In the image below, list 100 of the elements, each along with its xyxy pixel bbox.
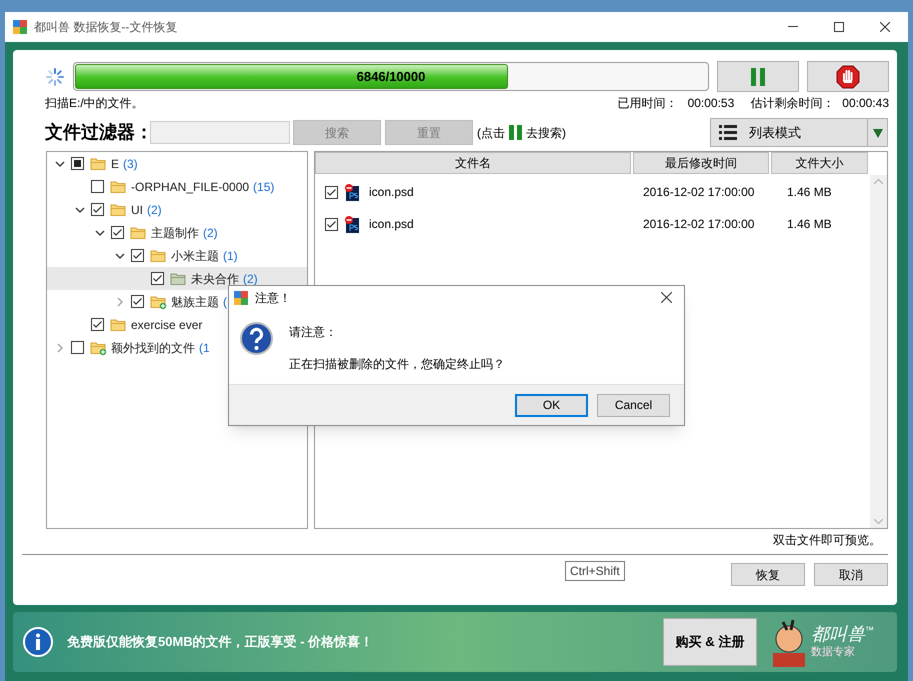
elapsed-time: 00:00:53: [688, 95, 734, 112]
checkbox[interactable]: [151, 272, 164, 285]
puzzle-icon: [12, 19, 28, 35]
checkbox[interactable]: [71, 341, 84, 354]
checkbox[interactable]: [91, 318, 104, 331]
checkbox[interactable]: [325, 186, 338, 198]
file-count: (15): [253, 178, 274, 196]
remaining-time: 00:00:43: [842, 95, 889, 112]
logo-title: 都叫兽: [811, 624, 865, 644]
folder-name: 主题制作: [151, 224, 199, 242]
progress-text: 6846/10000: [356, 68, 426, 86]
modified-time: 2016-12-02 17:00:00: [642, 216, 756, 233]
pause-icon: [751, 68, 765, 86]
promo-text: 免费版仅能恢复50MB的文件，正版享受 - 价格惊喜！: [67, 633, 374, 652]
trademark: ™: [865, 624, 874, 635]
file-name: icon.psd: [369, 216, 415, 233]
folder-icon: [150, 248, 167, 264]
file-count: (2): [243, 270, 258, 288]
tree-item[interactable]: 未央合作 (2): [47, 267, 307, 290]
folder-icon: [110, 316, 127, 332]
logo-subtitle: 数据专家: [811, 644, 856, 660]
dialog-message: 正在扫描被删除的文件，您确定终止吗？: [289, 356, 505, 373]
hint-text: 去搜索): [526, 124, 566, 142]
file-count: (2): [147, 202, 162, 218]
minimize-icon: [788, 26, 798, 28]
remaining-label: 估计剩余时间：: [750, 95, 834, 112]
psd-file-icon: [344, 183, 360, 201]
tooltip: Ctrl+Shift: [565, 561, 625, 581]
filter-label: 文件过滤器：: [45, 121, 149, 144]
info-icon: [23, 627, 53, 657]
file-count: (1: [199, 340, 210, 356]
chevron-down-icon[interactable]: [55, 158, 65, 168]
column-header[interactable]: 最后修改时间: [633, 152, 769, 174]
file-size: 1.46 MB: [787, 216, 832, 233]
maximize-icon: [834, 22, 844, 32]
dialog-heading: 请注意：: [289, 324, 338, 341]
column-header[interactable]: 文件大小: [771, 152, 868, 174]
modified-time: 2016-12-02 17:00:00: [642, 184, 756, 201]
close-icon: [660, 292, 672, 303]
chevron-down-icon[interactable]: [75, 204, 85, 214]
tree-item[interactable]: 小米主题 (1): [47, 244, 307, 267]
file-count: (2): [203, 224, 218, 242]
file-count: (1): [223, 248, 238, 264]
list-icon: [719, 125, 737, 140]
folder-name: 未央合作: [191, 270, 239, 288]
buy-register-button[interactable]: 购买 & 注册: [663, 618, 757, 666]
scan-status-text: 扫描E:/中的文件。: [45, 95, 144, 112]
filter-input[interactable]: [150, 121, 290, 144]
chevron-down-icon[interactable]: [95, 228, 105, 238]
dropdown-arrow-icon: [872, 128, 882, 138]
cancel-button[interactable]: 取消: [814, 563, 888, 586]
checkbox[interactable]: [131, 295, 144, 308]
tree-item[interactable]: UI (2): [47, 198, 307, 221]
hint-text: (点击: [477, 124, 505, 142]
question-icon: [240, 322, 273, 355]
pause-button[interactable]: [717, 61, 799, 92]
folder-name: -ORPHAN_FILE-0000: [131, 178, 250, 196]
recover-button[interactable]: 恢复: [731, 563, 805, 586]
tree-item[interactable]: -ORPHAN_FILE-0000 (15): [47, 175, 307, 198]
folder-name: 额外找到的文件: [111, 340, 195, 356]
stop-button[interactable]: [807, 61, 889, 92]
scroll-down-icon: [874, 519, 883, 524]
folder-name: UI: [131, 202, 143, 218]
preview-hint: 双击文件即可预览。: [773, 532, 881, 549]
folder-icon: [170, 270, 187, 286]
stop-hand-icon: [836, 64, 860, 88]
checkbox[interactable]: [71, 157, 84, 170]
elapsed-label: 已用时间：: [618, 95, 678, 112]
cancel-button[interactable]: Cancel: [597, 394, 670, 416]
window-title: 都叫兽 数据恢复--文件恢复: [34, 19, 178, 36]
folder-icon: [110, 202, 127, 218]
tree-item[interactable]: 主题制作 (2): [47, 221, 307, 244]
loading-spinner-icon: [45, 66, 65, 86]
file-name: icon.psd: [369, 184, 415, 201]
folder-name: E: [111, 156, 120, 172]
folder-plus-icon: [150, 294, 167, 310]
chevron-down-icon[interactable]: [115, 250, 125, 260]
folder-icon: [90, 156, 107, 172]
folder-name: 小米主题: [171, 248, 219, 264]
checkbox[interactable]: [91, 180, 104, 193]
close-icon: [880, 22, 890, 32]
checkbox[interactable]: [131, 249, 144, 262]
checkbox[interactable]: [91, 203, 104, 216]
ok-button[interactable]: OK: [515, 394, 588, 416]
file-count: (3): [123, 156, 138, 172]
psd-file-icon: [344, 215, 360, 233]
checkbox[interactable]: [325, 218, 338, 230]
column-header[interactable]: 文件名: [315, 152, 631, 174]
folder-icon: [130, 224, 147, 240]
folder-name: 魅族主题: [171, 294, 219, 310]
file-count: (: [223, 294, 227, 310]
tree-item[interactable]: E (3): [47, 152, 307, 175]
dialog-title: 注意！: [255, 290, 291, 306]
scroll-up-icon: [874, 179, 883, 184]
checkbox[interactable]: [111, 226, 124, 239]
folder-icon: [110, 178, 127, 194]
pause-icon: [509, 125, 522, 140]
puzzle-icon: [233, 290, 249, 306]
folder-plus-icon: [90, 340, 107, 356]
view-mode-dropdown[interactable]: 列表模式: [710, 118, 888, 147]
